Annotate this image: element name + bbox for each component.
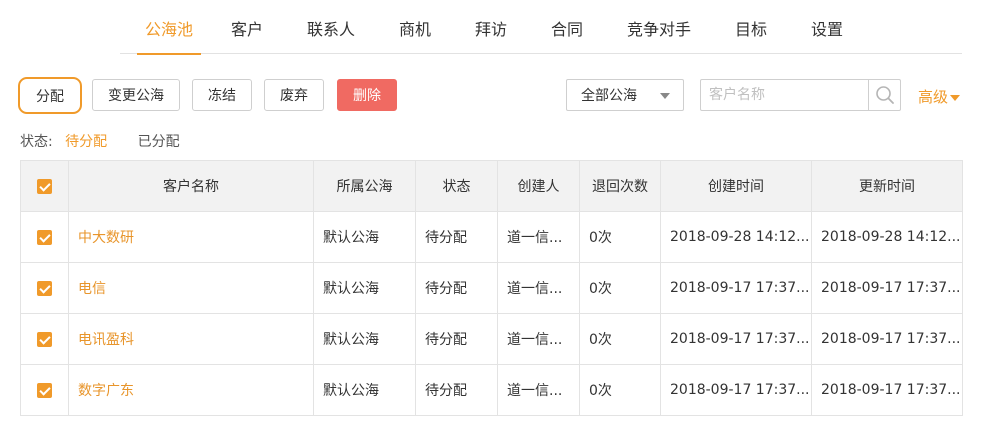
customer-table: 客户名称 所属公海 状态 创建人 退回次数 创建时间 更新时间 中大数研 默认公… [20,160,963,416]
search-icon [875,86,894,104]
column-header-pool: 所属公海 [313,160,416,212]
table-row: 数字广东 默认公海 待分配 道一信... 0次 2018-09-17 17:37… [20,364,963,416]
customer-name-link[interactable]: 电信 [68,262,314,314]
creator-cell: 道一信... [497,313,580,365]
top-nav: 公海池 客户 联系人 商机 拜访 合同 竞争对手 目标 设置 [120,0,962,55]
caret-down-icon [950,94,961,101]
change-pool-button[interactable]: 变更公海 [92,79,180,111]
pool-select-value: 全部公海 [581,88,637,104]
table-row: 电信 默认公海 待分配 道一信... 0次 2018-09-17 17:37..… [20,262,963,314]
creator-cell: 道一信... [497,211,580,263]
table-header-row: 客户名称 所属公海 状态 创建人 退回次数 创建时间 更新时间 [20,160,963,212]
advanced-filter-toggle[interactable]: 高级 [918,86,961,107]
tab-contracts[interactable]: 合同 [550,16,584,54]
created-cell: 2018-09-17 17:37... [660,313,812,365]
tab-targets[interactable]: 目标 [734,16,768,54]
pool-cell: 默认公海 [313,313,416,365]
created-cell: 2018-09-28 14:12... [660,211,812,263]
updated-cell: 2018-09-28 14:12... [811,211,963,263]
select-all-checkbox[interactable] [20,160,69,212]
advanced-label: 高级 [918,88,949,106]
checkbox-checked-icon [37,331,52,347]
returns-cell: 0次 [579,364,661,416]
pool-select[interactable]: 全部公海 [566,79,684,111]
search-box [700,79,901,111]
returns-cell: 0次 [579,262,661,314]
column-header-updated: 更新时间 [811,160,963,212]
updated-cell: 2018-09-17 17:37... [811,364,963,416]
column-header-name: 客户名称 [68,160,314,212]
row-checkbox[interactable] [20,211,69,263]
status-option-assigned[interactable]: 已分配 [138,134,180,150]
created-cell: 2018-09-17 17:37... [660,262,812,314]
checkbox-checked-icon [37,280,52,296]
customer-name-link[interactable]: 中大数研 [68,211,314,263]
column-header-creator: 创建人 [497,160,580,212]
status-filter: 状态: 待分配 已分配 [20,131,180,151]
discard-button[interactable]: 废弃 [264,79,324,111]
search-button[interactable] [868,80,900,110]
search-input[interactable] [701,80,868,110]
row-checkbox[interactable] [20,262,69,314]
row-checkbox[interactable] [20,364,69,416]
status-cell: 待分配 [415,211,498,263]
updated-cell: 2018-09-17 17:37... [811,313,963,365]
status-label: 状态: [20,134,53,150]
tab-customers[interactable]: 客户 [230,16,264,54]
status-option-unassigned[interactable]: 待分配 [65,134,107,150]
status-cell: 待分配 [415,313,498,365]
customer-name-link[interactable]: 电讯盈科 [68,313,314,365]
created-cell: 2018-09-17 17:37... [660,364,812,416]
table-row: 中大数研 默认公海 待分配 道一信... 0次 2018-09-28 14:12… [20,211,963,263]
column-header-returns: 退回次数 [579,160,661,212]
tab-contacts[interactable]: 联系人 [306,16,356,54]
returns-cell: 0次 [579,313,661,365]
caret-down-icon [660,93,670,99]
assign-button[interactable]: 分配 [18,77,82,114]
status-cell: 待分配 [415,262,498,314]
creator-cell: 道一信... [497,262,580,314]
column-header-status: 状态 [415,160,498,212]
customer-name-link[interactable]: 数字广东 [68,364,314,416]
checkbox-checked-icon [37,178,52,194]
updated-cell: 2018-09-17 17:37... [811,262,963,314]
returns-cell: 0次 [579,211,661,263]
checkbox-checked-icon [37,229,52,245]
status-cell: 待分配 [415,364,498,416]
checkbox-checked-icon [37,382,52,398]
tab-settings[interactable]: 设置 [810,16,844,54]
delete-button[interactable]: 删除 [337,79,397,111]
pool-cell: 默认公海 [313,262,416,314]
row-checkbox[interactable] [20,313,69,365]
freeze-button[interactable]: 冻结 [192,79,252,111]
table-row: 电讯盈科 默认公海 待分配 道一信... 0次 2018-09-17 17:37… [20,313,963,365]
pool-cell: 默认公海 [313,364,416,416]
tab-visits[interactable]: 拜访 [474,16,508,54]
tab-public-pool[interactable]: 公海池 [137,16,201,55]
tab-opportunities[interactable]: 商机 [398,16,432,54]
column-header-created: 创建时间 [660,160,812,212]
tab-competitors[interactable]: 竞争对手 [626,16,692,54]
pool-cell: 默认公海 [313,211,416,263]
creator-cell: 道一信... [497,364,580,416]
